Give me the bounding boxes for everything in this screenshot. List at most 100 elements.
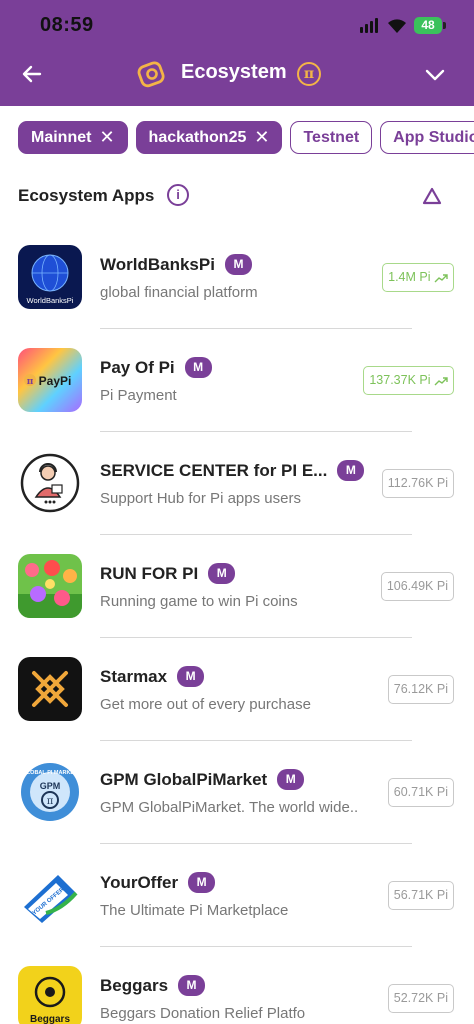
chip-mainnet[interactable]: Mainnet ✕ <box>18 121 128 154</box>
app-description: The Ultimate Pi Marketplace <box>100 902 289 919</box>
chip-app-studio[interactable]: App Studio <box>380 121 474 154</box>
volume-value: 112.76K Pi <box>387 476 448 490</box>
volume-pill: 112.76K Pi <box>381 469 454 498</box>
app-name: SERVICE CENTER for PI E... <box>100 460 328 480</box>
volume-pill: 106.49K Pi <box>380 572 454 601</box>
list-item[interactable]: SERVICE CENTER for PI E... M Support Hub… <box>0 432 474 535</box>
icon-text: PayPi <box>39 374 72 388</box>
pi-coin-icon: π <box>297 62 321 86</box>
app-list: WorldBanksPi WorldBanksPi M global finan… <box>0 226 474 1024</box>
run-for-pi-app-icon <box>18 554 82 618</box>
page-title: Ecosystem <box>181 61 287 83</box>
app-description: Running game to win Pi coins <box>100 593 298 610</box>
app-name: YourOffer <box>100 872 179 892</box>
app-description: Beggars Donation Relief Platfo <box>100 1005 306 1022</box>
app-description: Support Hub for Pi apps users <box>100 490 301 507</box>
app-name: GPM GlobalPiMarket <box>100 769 268 789</box>
filter-chips: Mainnet ✕ hackathon25 ✕ Testnet App Stud… <box>18 121 474 155</box>
trending-up-icon <box>434 377 448 386</box>
chevron-down-icon[interactable] <box>424 64 446 86</box>
volume-pill: 76.12K Pi <box>387 675 454 704</box>
volume-pill: 1.4M Pi <box>382 263 454 292</box>
chip-label: Mainnet <box>31 128 92 146</box>
mainnet-badge: M <box>184 357 212 378</box>
list-item[interactable]: WorldBanksPi WorldBanksPi M global finan… <box>0 226 474 329</box>
volume-pill: 52.72K Pi <box>387 984 454 1013</box>
gpm-app-icon: GLOBAL PI MARKET GPM π <box>18 760 82 824</box>
app-name-line: Starmax M <box>100 666 205 687</box>
app-name-line: SERVICE CENTER for PI E... M <box>100 460 365 481</box>
icon-text: π <box>27 377 34 387</box>
volume-value: 1.4M Pi <box>388 270 431 284</box>
app-description: Pi Payment <box>100 387 177 404</box>
trending-up-icon <box>434 274 448 283</box>
volume-pill: 60.71K Pi <box>387 778 454 807</box>
list-item[interactable]: Beggars Beggars M Beggars Donation Relie… <box>0 947 474 1024</box>
battery-icon: 48 <box>414 17 442 34</box>
app-description: Get more out of every purchase <box>100 696 311 713</box>
volume-value: 52.72K Pi <box>393 991 448 1005</box>
svg-text:π: π <box>47 796 54 807</box>
chip-label: App Studio <box>393 128 474 146</box>
status-bar: 08:59 48 <box>0 0 474 50</box>
volume-value: 56.71K Pi <box>393 888 448 902</box>
icon-text: GPM <box>40 781 61 791</box>
app-name-line: YourOffer M <box>100 872 216 893</box>
ecosystem-logo-icon <box>137 61 165 88</box>
app-name-line: GPM GlobalPiMarket M <box>100 769 305 790</box>
cellular-signal-icon <box>360 18 378 33</box>
status-time: 08:59 <box>40 14 94 36</box>
starmax-app-icon <box>18 657 82 721</box>
volume-value: 106.49K Pi <box>386 579 448 593</box>
volume-pill: 56.71K Pi <box>387 881 454 910</box>
battery-nub <box>443 22 446 29</box>
youroffer-app-icon: YOUR OFFER <box>18 863 82 927</box>
back-arrow-icon[interactable] <box>20 62 44 86</box>
app-name: WorldBanksPi <box>100 254 215 274</box>
section-title: Ecosystem Apps <box>18 186 155 205</box>
payofpi-app-icon: π PayPi <box>18 348 82 412</box>
beggars-app-icon: Beggars <box>18 966 82 1024</box>
wifi-icon <box>388 19 406 33</box>
mainnet-badge: M <box>208 563 236 584</box>
app-name-line: Beggars M <box>100 975 206 996</box>
app-name: Pay Of Pi <box>100 357 175 377</box>
list-item[interactable]: RUN FOR PI M Running game to win Pi coin… <box>0 535 474 638</box>
app-name: RUN FOR PI <box>100 563 199 583</box>
app-description: global financial platform <box>100 284 258 301</box>
mainnet-badge: M <box>178 975 206 996</box>
app-name: Starmax <box>100 666 168 686</box>
app-name-line: RUN FOR PI M <box>100 563 236 584</box>
list-item[interactable]: YOUR OFFER YourOffer M The Ultimate Pi M… <box>0 844 474 947</box>
info-icon[interactable]: i <box>167 184 189 206</box>
close-icon[interactable]: ✕ <box>254 127 269 148</box>
chip-label: hackathon25 <box>148 128 247 146</box>
mainnet-badge: M <box>277 769 305 790</box>
app-name-line: WorldBanksPi M <box>100 254 252 275</box>
chip-label: Testnet <box>303 128 360 146</box>
list-item[interactable]: π PayPi Pay Of Pi M Pi Payment 137.37K P… <box>0 329 474 432</box>
mainnet-badge: M <box>188 872 216 893</box>
close-icon[interactable]: ✕ <box>99 127 114 148</box>
chip-hackathon25[interactable]: hackathon25 ✕ <box>135 121 283 154</box>
volume-value: 60.71K Pi <box>393 785 448 799</box>
app-name: Beggars <box>100 975 169 995</box>
service-center-app-icon <box>18 451 82 515</box>
volume-value: 76.12K Pi <box>393 682 448 696</box>
worldbankspi-app-icon: WorldBanksPi <box>18 245 82 309</box>
mainnet-badge: M <box>337 460 365 481</box>
icon-text: Beggars <box>30 1014 70 1024</box>
mainnet-badge: M <box>177 666 205 687</box>
icon-text: GLOBAL PI MARKET <box>23 770 79 776</box>
icon-text: WorldBanksPi <box>27 296 74 305</box>
volume-value: 137.37K Pi <box>369 373 431 387</box>
list-item[interactable]: GLOBAL PI MARKET GPM π GPM GlobalPiMarke… <box>0 741 474 844</box>
chip-testnet[interactable]: Testnet <box>290 121 373 154</box>
mainnet-badge: M <box>224 254 252 275</box>
list-item[interactable]: Starmax M Get more out of every purchase… <box>0 638 474 741</box>
nav-bar: Ecosystem π <box>0 52 474 98</box>
app-name-line: Pay Of Pi M <box>100 357 212 378</box>
app-header: 08:59 48 Ecosystem π <box>0 0 474 106</box>
sort-triangle-icon[interactable] <box>422 187 442 205</box>
app-description: GPM GlobalPiMarket. The world wide.. <box>100 799 359 816</box>
